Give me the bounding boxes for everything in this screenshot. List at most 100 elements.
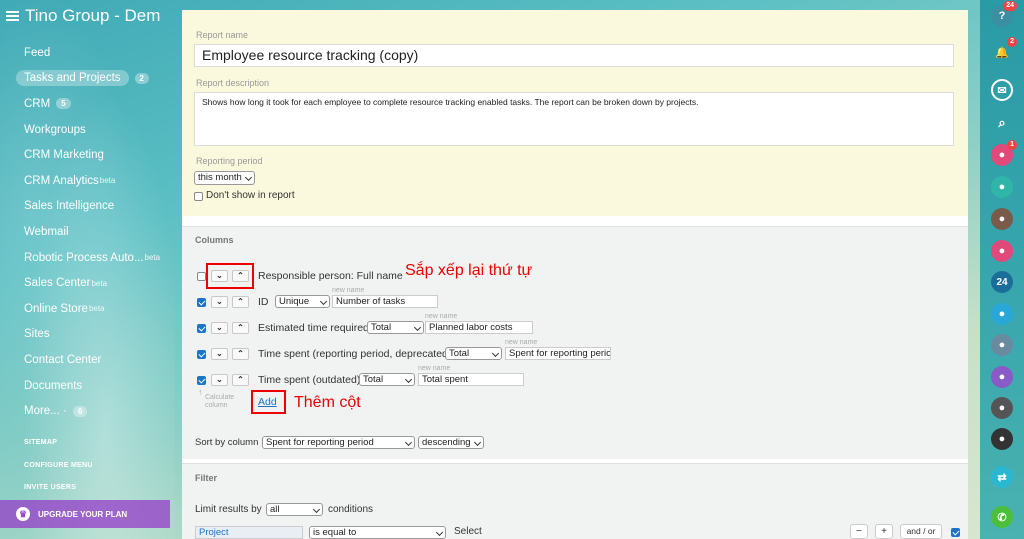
upgrade-label: UPGRADE YOUR PLAN <box>38 509 128 519</box>
report-name-input[interactable]: Employee resource tracking (copy) <box>194 44 954 67</box>
filter-section: Filter Limit results by all conditions P… <box>182 463 968 539</box>
upgrade-plan-button[interactable]: ♛ UPGRADE YOUR PLAN <box>0 500 170 528</box>
filter-value-select[interactable]: Select <box>454 526 482 537</box>
invite-users-link[interactable]: INVITE USERS <box>24 484 76 491</box>
sort-direction-select[interactable]: descending <box>418 436 484 449</box>
column-checkbox[interactable] <box>197 298 206 307</box>
sidebar-item-label: Workgroups <box>24 123 86 136</box>
reporting-period-select[interactable]: this month <box>194 171 255 185</box>
move-up-button[interactable]: ⌃ <box>232 296 249 308</box>
user-avatar-5[interactable]: ● <box>991 334 1013 356</box>
filter-enable-checkbox[interactable] <box>951 528 960 537</box>
column-checkbox[interactable] <box>197 350 206 359</box>
limit-results-label: Limit results by <box>195 504 262 515</box>
new-name-hint: new name <box>418 365 451 372</box>
sidebar-item-label: Sites <box>24 328 50 341</box>
move-down-button[interactable]: ⌄ <box>211 296 228 308</box>
sidebar-item[interactable]: More... · 6 <box>16 398 170 424</box>
user-avatar-3[interactable]: ● <box>991 208 1013 230</box>
new-name-hint: new name <box>425 313 458 320</box>
help-icon[interactable]: ? 24 <box>991 1 1017 27</box>
column-label: Estimated time required <box>258 322 369 334</box>
report-settings-section: Report name Employee resource tracking (… <box>182 10 968 216</box>
user-avatar-1[interactable]: ● 1 <box>991 140 1017 166</box>
aggregate-select[interactable]: Total <box>367 321 424 334</box>
move-up-button[interactable]: ⌃ <box>232 322 249 334</box>
column-checkbox[interactable] <box>197 376 206 385</box>
new-name-input[interactable]: Number of tasks <box>332 295 438 308</box>
sidebar-item[interactable]: CRM Marketing <box>16 142 170 168</box>
sidebar-item[interactable]: Robotic Process Auto... beta <box>16 245 170 271</box>
search-icon[interactable]: ⌕ <box>991 112 1013 134</box>
sidebar-item[interactable]: Documents <box>16 373 170 399</box>
report-editor: Report name Employee resource tracking (… <box>182 10 968 539</box>
sidebar-item[interactable]: Contact Center <box>16 347 170 373</box>
sidebar-item-label: Contact Center <box>24 353 102 366</box>
sidebar-item[interactable]: Sites <box>16 322 170 348</box>
aggregate-select[interactable]: Total <box>359 373 415 386</box>
dont-show-checkbox[interactable] <box>194 192 203 201</box>
dont-show-label: Don't show in report <box>206 190 295 201</box>
configure-menu-link[interactable]: CONFIGURE MENU <box>24 462 93 469</box>
column-checkbox[interactable] <box>197 272 206 281</box>
bell-icon[interactable]: 🔔 2 <box>991 37 1017 63</box>
move-down-button[interactable]: ⌄ <box>211 374 228 386</box>
limit-results-select[interactable]: all <box>266 503 323 516</box>
sidebar-item-label: Sales Intelligence <box>24 200 115 213</box>
aggregate-select[interactable]: Unique <box>275 295 330 308</box>
phone-icon[interactable]: ✆ <box>991 506 1013 528</box>
sidebar-item-label: Sales Center <box>24 277 91 290</box>
help-badge: 24 <box>1003 1 1017 11</box>
sitemap-link[interactable]: SITEMAP <box>24 439 57 446</box>
move-down-button[interactable]: ⌄ <box>211 348 228 360</box>
user-avatar-8[interactable]: ● <box>991 428 1013 450</box>
move-up-button[interactable]: ⌃ <box>232 374 249 386</box>
sidebar-item[interactable]: CRM Analytics beta <box>16 168 170 194</box>
portal-title[interactable]: Tino Group - Dem <box>25 6 160 26</box>
group-chat-icon[interactable]: ● <box>991 303 1013 325</box>
aggregate-select[interactable]: Total <box>445 347 502 360</box>
column-checkbox[interactable] <box>197 324 206 333</box>
sidebar-item[interactable]: Tasks and Projects 2 <box>16 66 170 92</box>
sidebar-item[interactable]: Webmail <box>16 219 170 245</box>
bell-badge: 2 <box>1007 37 1017 47</box>
move-down-button[interactable]: ⌄ <box>211 322 228 334</box>
sidebar-item[interactable]: Online Store beta <box>16 296 170 322</box>
and-or-button[interactable]: and / or <box>900 524 942 539</box>
counter-badge: 6 <box>72 405 88 417</box>
user-avatar-4[interactable]: ● <box>991 240 1013 262</box>
user-avatar-6[interactable]: ● <box>991 366 1013 388</box>
bitrix24-icon[interactable]: 24 <box>991 271 1013 293</box>
sidebar-item[interactable]: Sales Center beta <box>16 270 170 296</box>
filter-field[interactable]: Project <box>195 526 303 539</box>
new-name-input[interactable]: Spent for reporting perio <box>505 347 611 360</box>
sidebar-item-label: Documents <box>24 379 83 392</box>
filter-operator-select[interactable]: is equal to <box>309 526 446 539</box>
hamburger-menu-icon[interactable] <box>6 10 19 22</box>
transfer-icon[interactable]: ⇄ <box>991 466 1013 488</box>
conditions-label: conditions <box>328 504 374 515</box>
chat-icon[interactable]: ✉ <box>991 79 1013 101</box>
new-name-input[interactable]: Planned labor costs <box>425 321 533 334</box>
reporting-period-label: Reporting period <box>196 156 263 166</box>
move-up-button[interactable]: ⌃ <box>232 348 249 360</box>
remove-condition-button[interactable]: − <box>850 524 868 539</box>
report-description-textarea[interactable]: Shows how long it took for each employee… <box>194 92 954 146</box>
sidebar-item[interactable]: CRM 5 <box>16 91 170 117</box>
sidebar-item[interactable]: Workgroups <box>16 117 170 143</box>
user-avatar-2[interactable]: ● <box>991 176 1013 198</box>
user-avatar-7[interactable]: ● <box>991 397 1013 419</box>
add-condition-button[interactable]: + <box>875 524 893 539</box>
sidebar-item[interactable]: Feed <box>16 40 170 66</box>
sort-column-select[interactable]: Spent for reporting period <box>262 436 415 449</box>
new-name-input[interactable]: Total spent <box>418 373 524 386</box>
calculate-arrow-icon: ↑ <box>198 387 203 397</box>
sidebar-item[interactable]: Sales Intelligence <box>16 194 170 220</box>
reorder-annotation: Sắp xếp lại thứ tự <box>405 262 533 279</box>
right-rail: ? 24 🔔 2 ✉ ⌕ ● 1 ● ● ● 24 ● ● ● ● ● ⇄ ✆ <box>980 0 1024 539</box>
report-description-label: Report description <box>196 78 270 88</box>
sidebar-item-label: Robotic Process Auto... <box>24 251 144 264</box>
new-name-hint: new name <box>505 339 538 346</box>
filter-title: Filter <box>195 473 218 483</box>
beta-tag: beta <box>99 176 116 186</box>
